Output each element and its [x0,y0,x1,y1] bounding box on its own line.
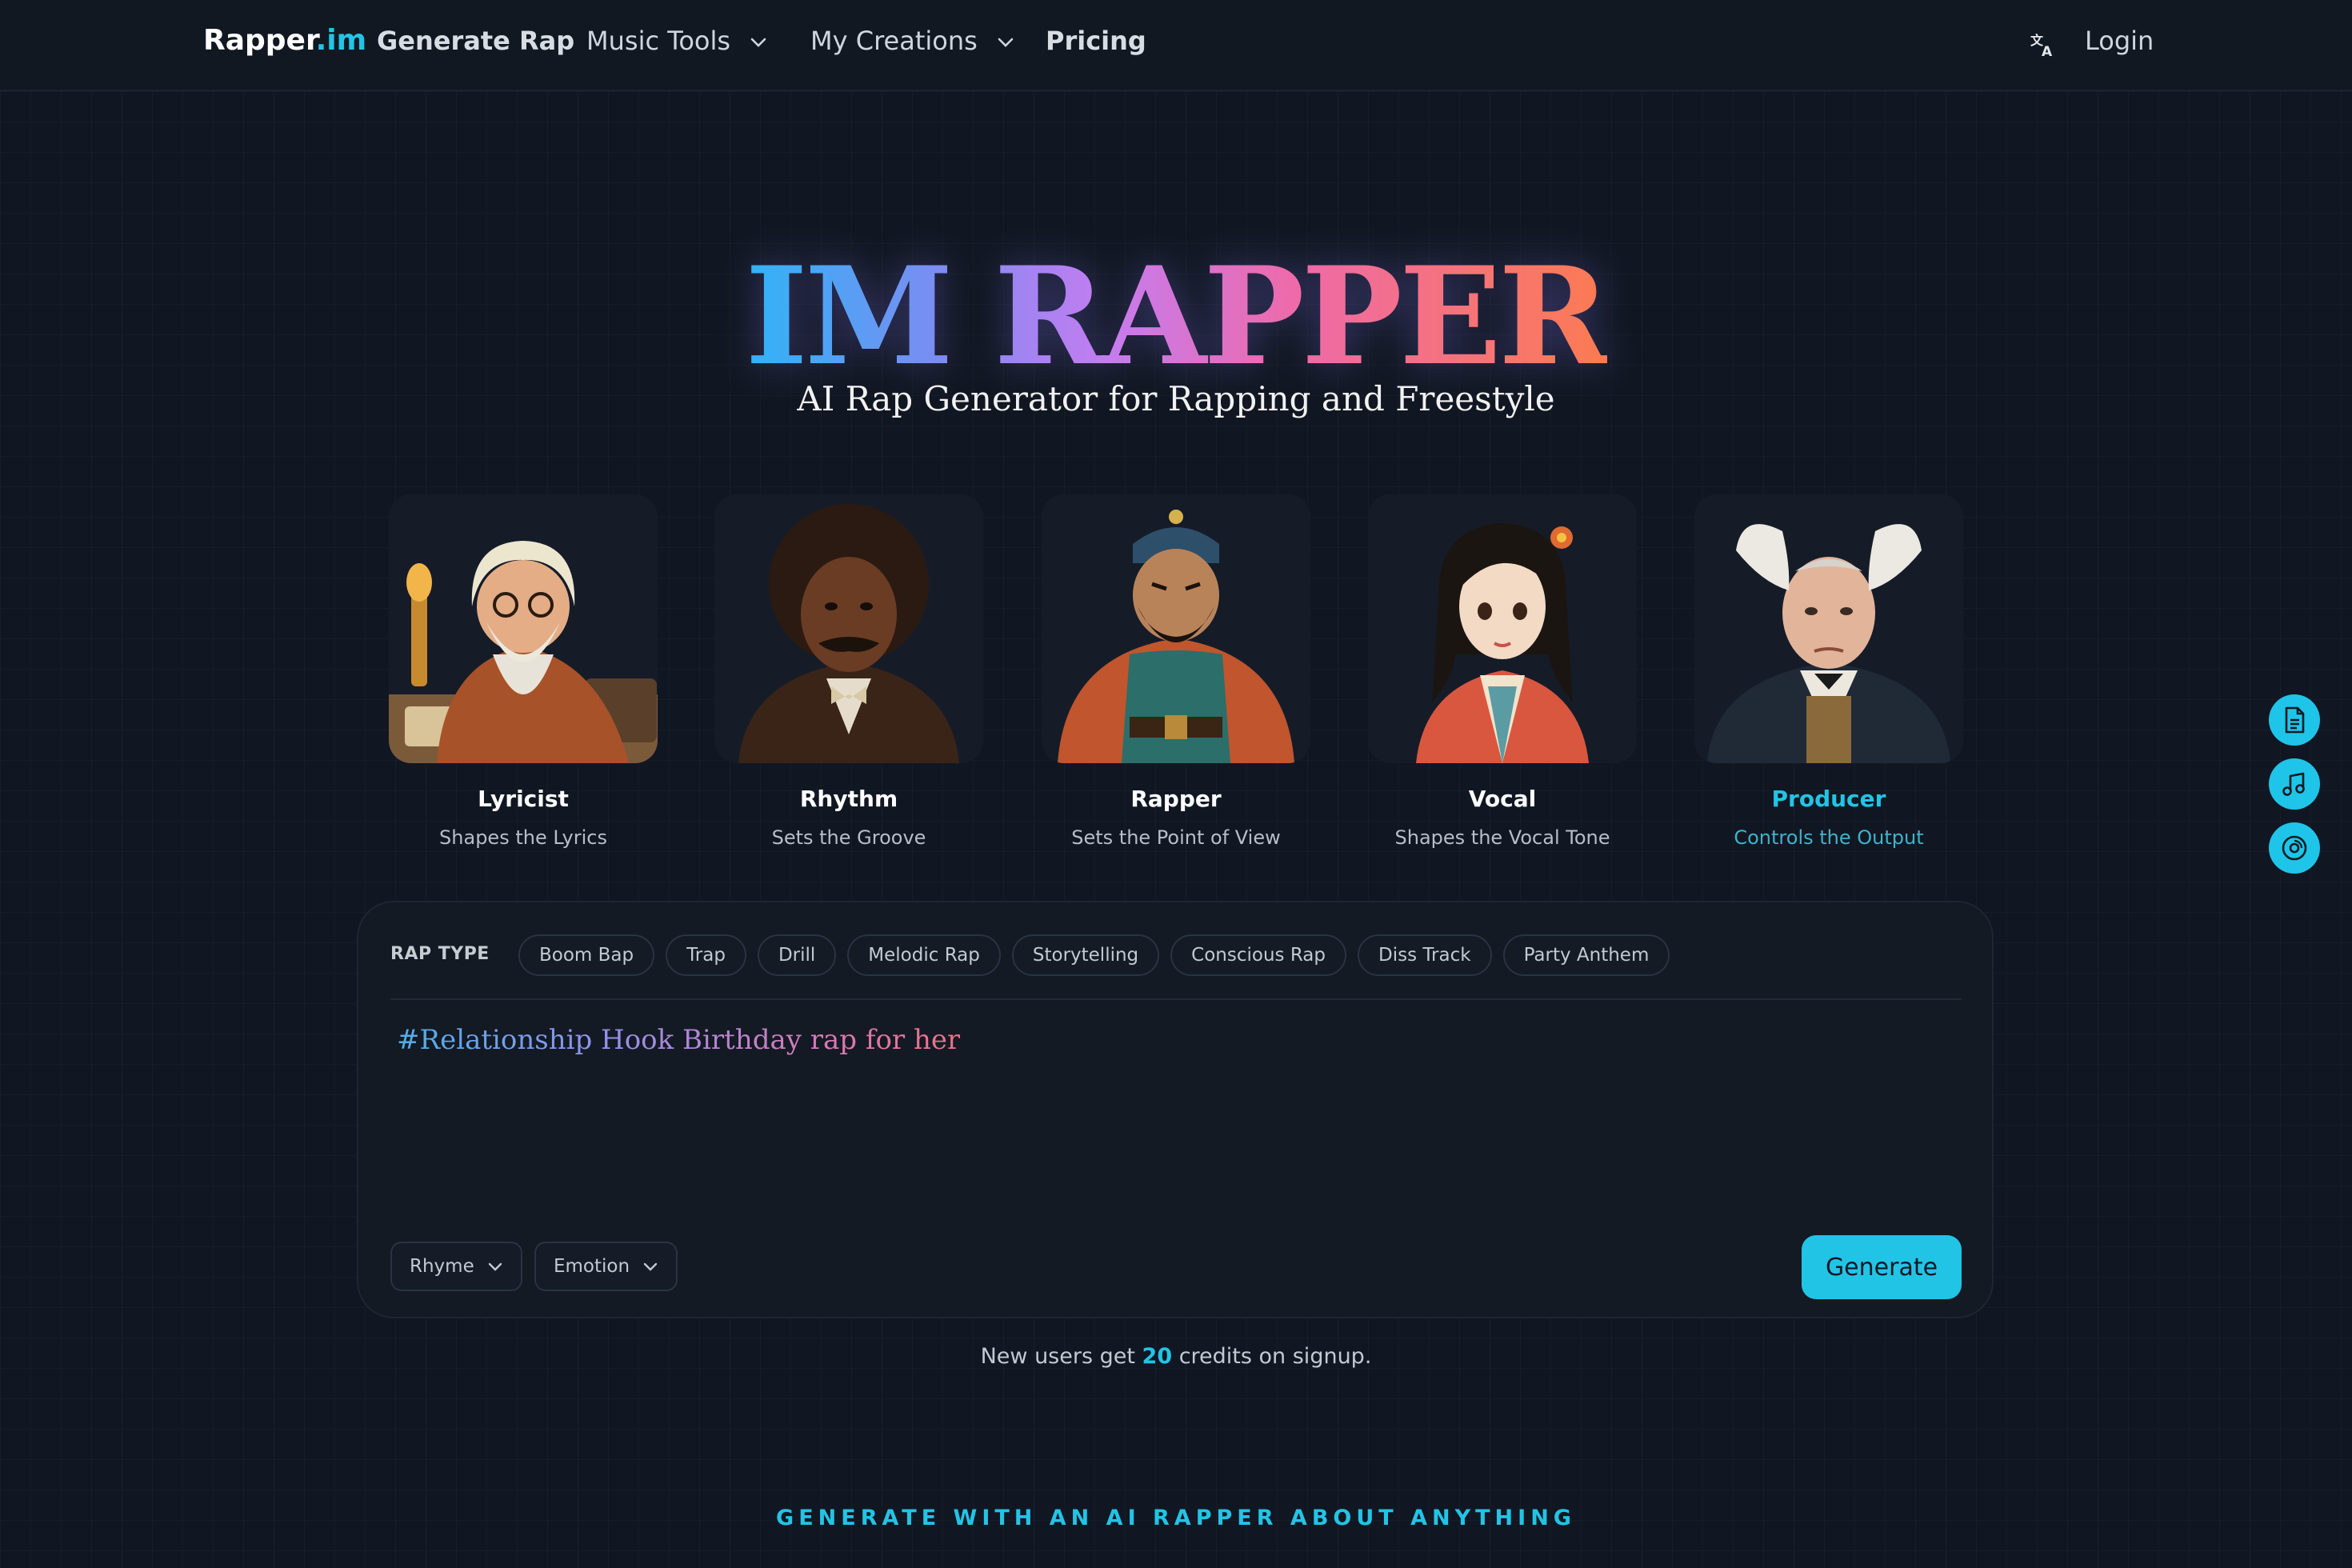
role-name: Rhythm [799,786,898,812]
chevron-down-icon [750,38,766,47]
brand-logo[interactable]: Rapper.im [203,24,366,57]
document-icon [2285,706,2305,734]
side-button-lyrics[interactable] [2269,694,2320,746]
role-card-vocal[interactable]: Vocal Shapes the Vocal Tone [1362,494,1642,849]
emotion-select-label: Emotion [554,1256,630,1277]
chip-storytelling[interactable]: Storytelling [1011,934,1160,976]
role-name: Producer [1771,786,1886,812]
lyricist-portrait [389,494,658,763]
login-link[interactable]: Login [2085,26,2154,56]
signup-credits-note: New users get 20 credits on signup. [0,1344,2352,1369]
nav-my-creations[interactable]: My Creations [810,26,1014,56]
role-name: Lyricist [478,786,569,812]
nav-generate-rap-label: Generate Rap [377,26,575,56]
rhyme-select-label: Rhyme [410,1256,474,1277]
chevron-down-icon [998,38,1014,47]
prompt-input[interactable]: #Relationship Hook Birthday rap for her [397,1024,960,1056]
nav-music-tools-label: Music Tools [586,26,731,56]
hero-title-text: IM RAPPER [745,237,1610,395]
role-card-rapper[interactable]: Rapper Sets the Point of View [1036,494,1316,849]
chevron-down-icon [488,1262,502,1271]
vocal-portrait [1368,494,1637,763]
rap-generator-panel: RAP TYPE Boom Bap Trap Drill Melodic Rap… [357,901,1994,1318]
nav-pricing[interactable]: Pricing [1046,26,1146,56]
rapper-portrait [1042,494,1310,763]
credits-amount: 20 [1142,1344,1173,1369]
chip-melodic-rap[interactable]: Melodic Rap [847,934,1001,976]
role-name: Vocal [1468,786,1537,812]
svg-text:A: A [2042,44,2053,58]
role-description: Controls the Output [1734,826,1924,849]
generate-button[interactable]: Generate [1802,1235,1962,1299]
credits-text-before: New users get [980,1344,1142,1369]
translate-icon[interactable]: 文 A [2029,30,2056,58]
nav-generate-rap[interactable]: Generate Rap [377,26,574,56]
brand-domain: .im [315,24,367,57]
rap-type-chips: Boom Bap Trap Drill Melodic Rap Storytel… [518,934,1670,976]
music-note-icon [2282,772,2305,796]
section-eyebrow: GENERATE WITH AN AI RAPPER ABOUT ANYTHIN… [776,1506,1576,1530]
role-name: Rapper [1130,786,1222,812]
chip-conscious-rap[interactable]: Conscious Rap [1170,934,1346,976]
rap-type-label: RAP TYPE [390,944,490,964]
nav-my-creations-label: My Creations [810,26,978,56]
chip-party-anthem[interactable]: Party Anthem [1502,934,1670,976]
top-navbar: Rapper.im Generate Rap Music Tools My Cr… [0,0,2352,91]
producer-portrait [1694,494,1963,763]
side-button-disc[interactable] [2269,822,2320,874]
nav-music-tools[interactable]: Music Tools [586,26,767,56]
role-description: Shapes the Vocal Tone [1394,826,1610,849]
role-card-lyricist[interactable]: Lyricist Shapes the Lyrics [383,494,663,849]
rhythm-portrait [714,494,983,763]
chevron-down-icon [643,1262,658,1271]
credits-text-after: credits on signup. [1172,1344,1372,1369]
role-description: Sets the Groove [771,826,926,849]
chip-diss-track[interactable]: Diss Track [1358,934,1492,976]
role-description: Shapes the Lyrics [439,826,607,849]
chip-boom-bap[interactable]: Boom Bap [518,934,655,976]
chip-trap[interactable]: Trap [666,934,746,976]
panel-divider [390,998,1962,1000]
role-card-rhythm[interactable]: Rhythm Sets the Groove [709,494,989,849]
role-description: Sets the Point of View [1071,826,1281,849]
hero-title: IM RAPPER [0,240,2352,392]
hero-subtitle: AI Rap Generator for Rapping and Freesty… [797,379,1555,418]
brand-name: Rapper [203,24,316,57]
disc-icon [2282,835,2307,861]
role-card-producer[interactable]: Producer Controls the Output [1689,494,1969,849]
emotion-select[interactable]: Emotion [534,1242,678,1291]
rhyme-select[interactable]: Rhyme [390,1242,522,1291]
side-button-music[interactable] [2269,758,2320,810]
chip-drill[interactable]: Drill [757,934,837,976]
nav-pricing-label: Pricing [1046,26,1146,56]
